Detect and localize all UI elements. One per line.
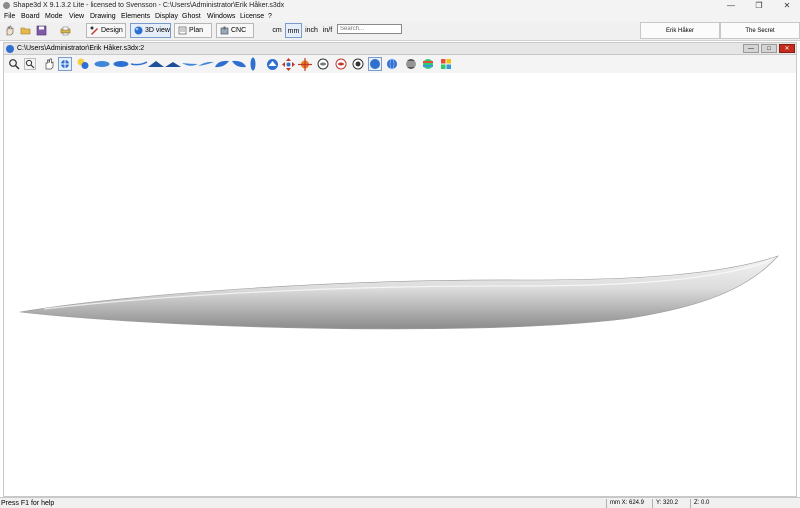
surfboard-render [19,255,779,330]
unit-cm[interactable]: cm [270,23,284,38]
color-icon[interactable] [77,58,89,70]
wire-icon[interactable] [386,58,398,70]
menu-view[interactable]: View [69,13,84,20]
deck-view-icon[interactable] [113,60,129,68]
menu-board[interactable]: Board [21,13,40,20]
cnc-mode-label: CNC [231,27,247,34]
menu-mode[interactable]: Mode [45,13,63,20]
viewport-3d[interactable] [3,73,797,497]
tab-the-secret[interactable]: The Secret [720,22,800,39]
circle-b-icon[interactable] [335,58,347,70]
zoom-icon[interactable] [8,58,20,70]
search-input[interactable] [337,24,402,34]
menu-display[interactable]: Display [155,13,178,20]
window-titlebar: Shape3d X 9.1.3.2 Lite - licensed to Sve… [0,0,800,12]
close-button[interactable]: ✕ [774,0,800,12]
side-right-icon[interactable] [198,60,214,68]
doc-close-button[interactable]: ✕ [779,44,795,53]
bottom-view-icon[interactable] [94,60,110,68]
nose-view-icon[interactable] [165,60,181,68]
unit-inch-feet[interactable]: in/f [320,23,335,38]
unit-inch[interactable]: inch [303,23,320,38]
view3d-mode-button[interactable]: 3D view [130,23,171,38]
vertical-view-icon[interactable] [249,57,257,71]
grid-colors-icon[interactable] [440,58,452,70]
menu-license[interactable]: License [240,13,264,20]
side-left-icon[interactable] [182,60,198,68]
zoom-window-icon[interactable] [24,58,36,70]
plan-icon [178,26,187,35]
pan-icon[interactable] [43,58,55,70]
save-icon[interactable] [36,25,47,36]
open-folder-icon[interactable] [20,25,31,36]
menu-bar: File Board Mode View Drawing Elements Di… [0,12,800,22]
status-x-coordinate: mm X: 624.9 [606,499,651,508]
view3d-mode-label: 3D view [145,27,170,34]
status-help: Press F1 for help [1,500,55,507]
menu-file[interactable]: File [4,13,15,20]
status-bar: Press F1 for help mm X: 624.9 Y: 320.2 Z… [0,497,800,508]
app-icon [3,2,10,9]
minimize-button[interactable]: — [718,0,744,12]
main-toolbar: Design 3D view Plan CNC cm mm inch in/f … [0,22,800,41]
orbit-icon[interactable] [266,58,279,71]
view-toolbar [3,55,797,73]
profile-view-icon[interactable] [131,61,147,67]
menu-windows[interactable]: Windows [207,13,235,20]
sphere-icon [134,26,143,35]
cnc-machine-icon [220,26,229,35]
tab-erik-haker[interactable]: Erik Håker [640,22,720,39]
status-z-coordinate: Z: 0.0 [690,499,720,508]
doc-maximize-button[interactable]: □ [761,44,777,53]
unit-mm[interactable]: mm [285,23,302,38]
move-icon[interactable] [282,58,295,71]
plan-mode-button[interactable]: Plan [174,23,212,38]
design-mode-button[interactable]: Design [86,23,126,38]
circle-c-icon[interactable] [352,58,364,70]
window-title: Shape3d X 9.1.3.2 Lite - licensed to Sve… [13,2,285,9]
axes-icon[interactable] [298,58,312,71]
status-y-coordinate: Y: 320.2 [652,499,689,508]
rotate-icon[interactable] [58,57,72,71]
design-icon [90,26,98,35]
shaded-icon[interactable] [368,57,382,71]
document-path: C:\Users\Administrator\Erik Håker.s3dx:2 [17,45,145,52]
menu-help[interactable]: ? [268,13,272,20]
surfboard-body [19,255,779,330]
design-mode-label: Design [101,27,123,34]
document-icon [6,45,14,53]
maximize-button[interactable]: ❐ [746,0,772,12]
rear-quarter-icon[interactable] [214,59,230,69]
rainbow-icon[interactable] [422,58,434,70]
plan-mode-label: Plan [189,27,204,34]
cnc-mode-button[interactable]: CNC [216,23,254,38]
front-quarter-icon[interactable] [231,59,247,69]
doc-minimize-button[interactable]: — [743,44,759,53]
menu-drawing[interactable]: Drawing [90,13,116,20]
print-icon[interactable] [60,25,71,36]
tail-view-icon[interactable] [148,60,164,68]
hand-icon[interactable] [4,25,15,36]
menu-ghost[interactable]: Ghost [182,13,201,20]
circle-a-icon[interactable] [317,58,329,70]
document-titlebar: C:\Users\Administrator\Erik Håker.s3dx:2… [3,42,797,55]
slices-icon[interactable] [405,58,417,70]
menu-elements[interactable]: Elements [121,13,150,20]
